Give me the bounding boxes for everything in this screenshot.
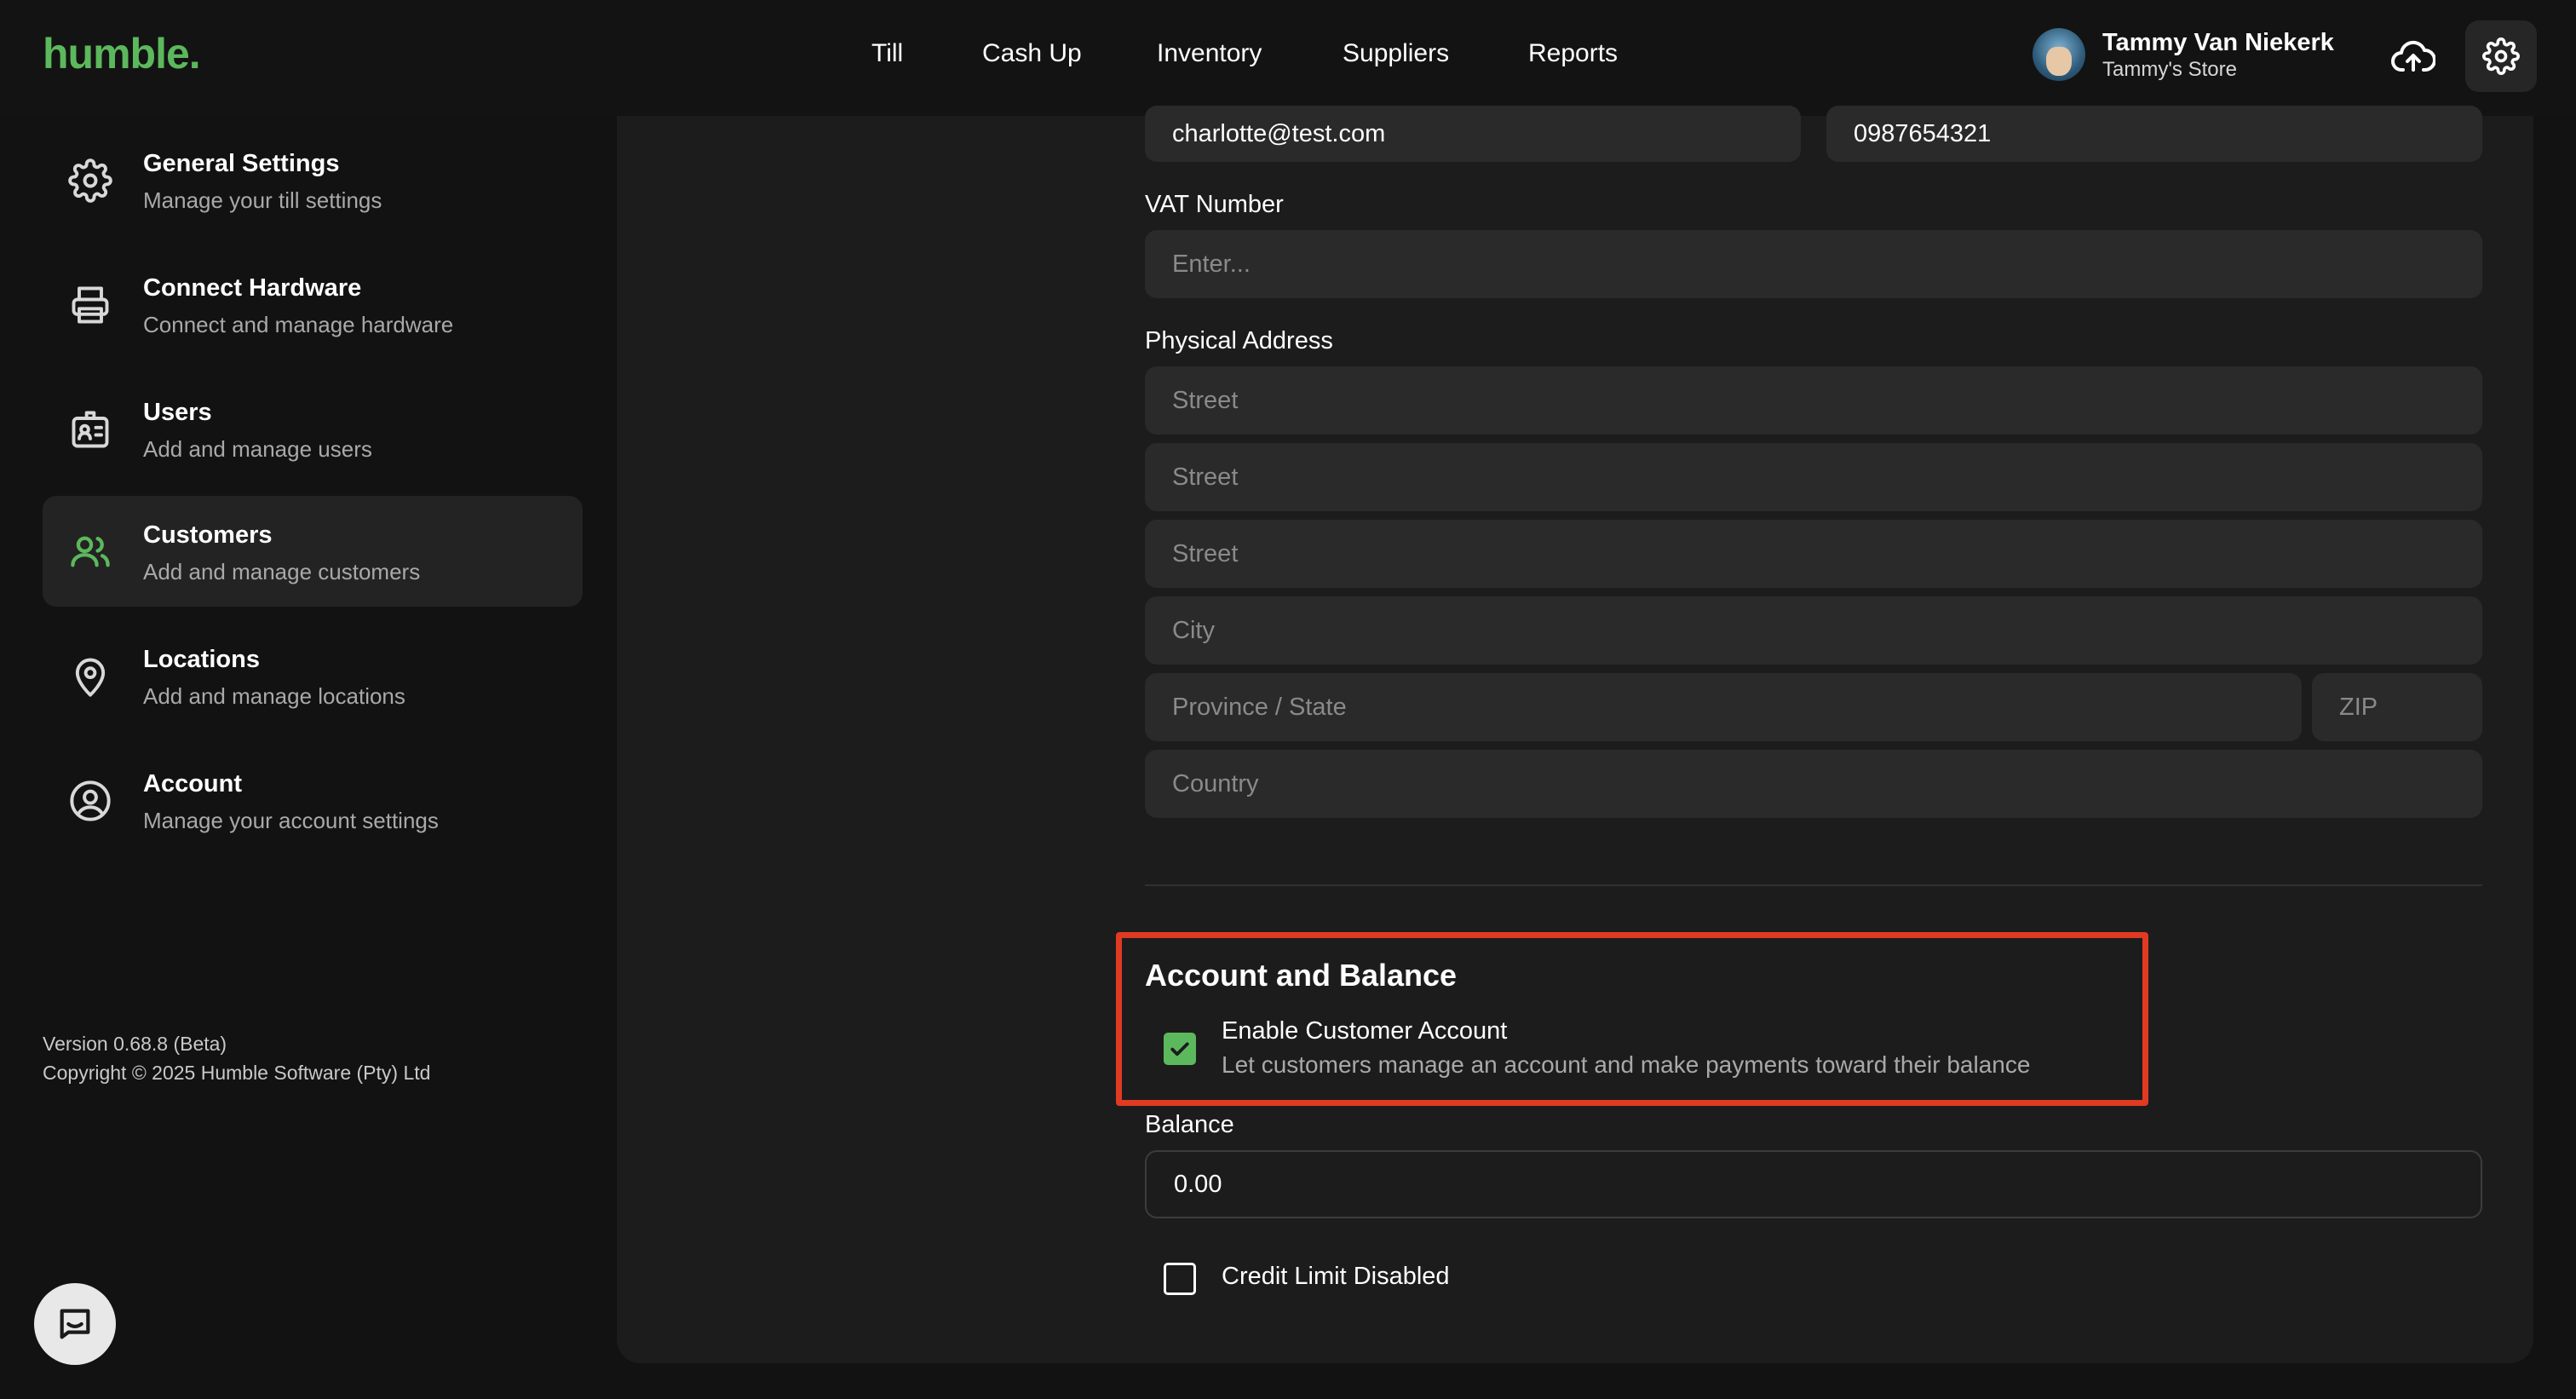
sidebar-item-subtitle: Manage your account settings (143, 808, 439, 833)
email-field[interactable] (1145, 106, 1801, 162)
account-balance-heading: Account and Balance (1145, 958, 1458, 993)
physical-address-label: Physical Address (1145, 327, 1333, 354)
sidebar-item-title: General Settings (143, 150, 340, 177)
sidebar-item-users[interactable]: Users Add and manage users (43, 373, 583, 484)
nav-inventory[interactable]: Inventory (1157, 39, 1262, 68)
nav-till[interactable]: Till (871, 39, 903, 68)
balance-label: Balance (1145, 1111, 1234, 1138)
user-profile[interactable]: Tammy Van Niekerk Tammy's Store (2033, 27, 2334, 82)
sidebar-item-subtitle: Add and manage customers (143, 559, 421, 584)
street-field-2[interactable] (1145, 443, 2482, 511)
city-field[interactable] (1145, 596, 2482, 665)
cloud-sync-button[interactable] (2389, 34, 2438, 78)
sidebar-item-title: Customers (143, 521, 273, 549)
top-bar: humble. Till Cash Up Inventory Suppliers… (0, 0, 2576, 116)
version-info: Version 0.68.8 (Beta) Copyright © 2025 H… (43, 1029, 430, 1087)
user-circle-icon (66, 777, 114, 825)
credit-limit-disabled-checkbox[interactable] (1164, 1263, 1196, 1295)
street-field-1[interactable] (1145, 366, 2482, 435)
settings-sidebar: General Settings Manage your till settin… (0, 116, 605, 1399)
people-icon (66, 528, 114, 576)
id-badge-icon (66, 406, 114, 453)
printer-icon (66, 281, 114, 329)
copyright-text: Copyright © 2025 Humble Software (Pty) L… (43, 1062, 431, 1084)
street-field-3[interactable] (1145, 520, 2482, 588)
version-text: Version 0.68.8 (Beta) (43, 1033, 227, 1055)
sidebar-item-general-settings[interactable]: General Settings Manage your till settin… (43, 124, 583, 235)
avatar (2033, 28, 2085, 81)
sidebar-item-subtitle: Manage your till settings (143, 187, 382, 213)
customer-form-panel: VAT Number Physical Address Account and … (617, 106, 2533, 1363)
country-field[interactable] (1145, 750, 2482, 818)
phone-field[interactable] (1826, 106, 2482, 162)
settings-button[interactable] (2465, 20, 2537, 92)
nav-suppliers[interactable]: Suppliers (1343, 39, 1449, 68)
gear-icon (2482, 37, 2520, 75)
sidebar-item-title: Connect Hardware (143, 274, 362, 302)
sidebar-item-title: Users (143, 399, 212, 426)
cloud-upload-icon (2391, 40, 2435, 72)
nav-reports[interactable]: Reports (1528, 39, 1618, 68)
sidebar-item-connect-hardware[interactable]: Connect Hardware Connect and manage hard… (43, 249, 583, 360)
nav-cash-up[interactable]: Cash Up (982, 39, 1082, 68)
store-name: Tammy's Store (2102, 58, 2237, 81)
sidebar-item-title: Account (143, 770, 242, 797)
support-chat-button[interactable] (34, 1283, 116, 1365)
zip-field[interactable] (2312, 673, 2482, 741)
location-pin-icon (66, 653, 114, 700)
user-name: Tammy Van Niekerk (2102, 29, 2334, 56)
sidebar-item-locations[interactable]: Locations Add and manage locations (43, 620, 583, 731)
balance-field[interactable] (1145, 1150, 2482, 1218)
sidebar-item-subtitle: Connect and manage hardware (143, 312, 454, 337)
enable-customer-account-checkbox[interactable] (1164, 1033, 1196, 1065)
enable-customer-account-label: Enable Customer Account (1222, 1017, 1508, 1045)
checkmark-icon (1170, 1042, 1189, 1056)
province-state-field[interactable] (1145, 673, 2302, 741)
vat-label: VAT Number (1145, 191, 1284, 218)
gear-icon (66, 157, 114, 204)
sidebar-item-customers[interactable]: Customers Add and manage customers (43, 496, 583, 607)
chat-icon (60, 1309, 90, 1339)
sidebar-item-account[interactable]: Account Manage your account settings (43, 745, 583, 855)
enable-customer-account-description: Let customers manage an account and make… (1222, 1051, 2031, 1078)
sidebar-item-subtitle: Add and manage locations (143, 683, 405, 709)
section-divider (1145, 884, 2482, 886)
credit-limit-disabled-label: Credit Limit Disabled (1222, 1263, 1450, 1290)
sidebar-item-subtitle: Add and manage users (143, 436, 372, 462)
sidebar-item-title: Locations (143, 646, 260, 673)
vat-number-field[interactable] (1145, 230, 2482, 298)
